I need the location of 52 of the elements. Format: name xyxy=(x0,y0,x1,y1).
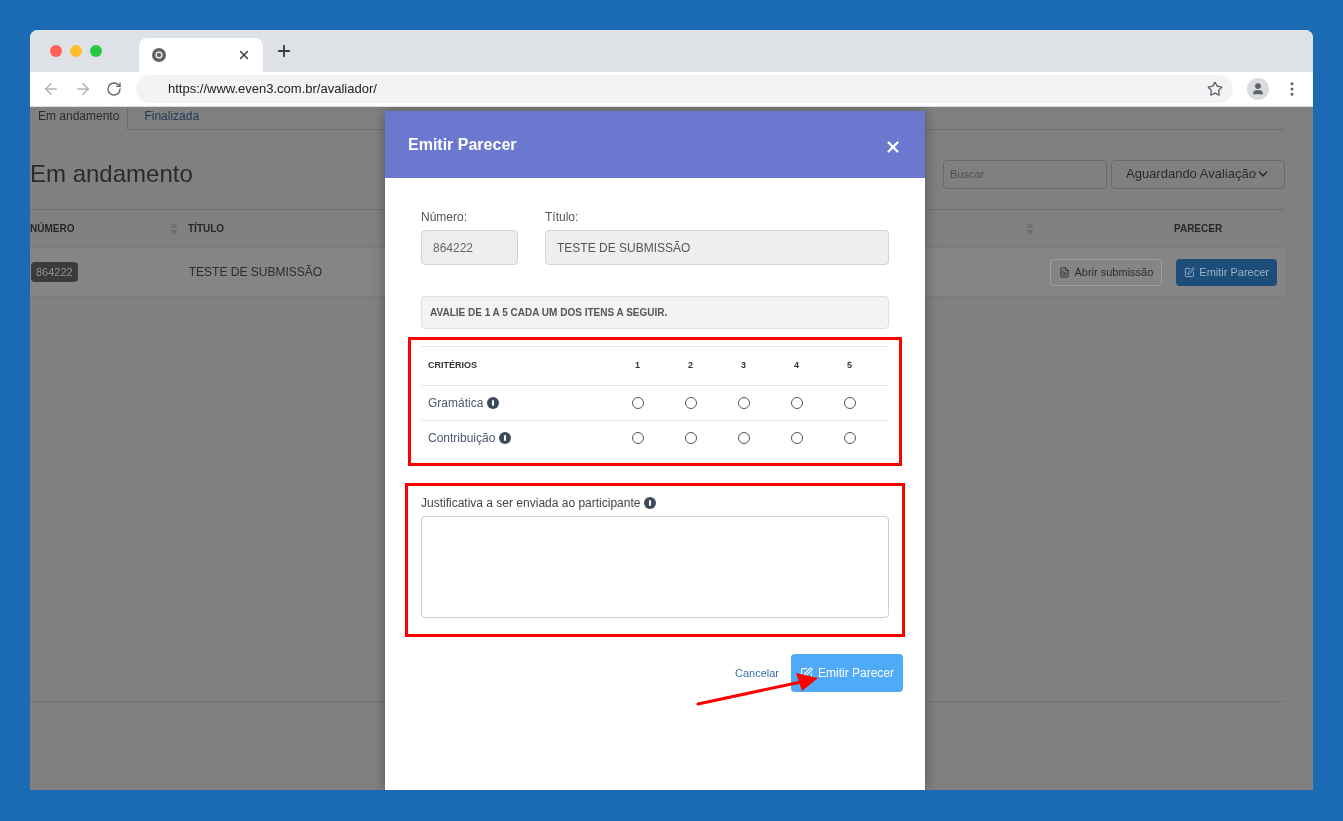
column-header: 3 xyxy=(740,359,747,373)
rating-radio[interactable] xyxy=(631,432,644,444)
browser-tab[interactable] xyxy=(139,38,263,72)
column-header: NÚMERO xyxy=(30,221,76,236)
cancel-link[interactable]: Cancelar xyxy=(734,664,779,682)
page-heading: Em andamento xyxy=(30,159,194,189)
column-header: 1 xyxy=(634,359,641,373)
field-label: Justificativa a ser enviada ao participante xyxy=(421,495,641,512)
page-tab[interactable]: Finalizada xyxy=(128,107,216,129)
edit-icon xyxy=(1184,266,1196,278)
profile-icon[interactable] xyxy=(1247,78,1269,100)
column-header: TÍTULO xyxy=(188,221,226,236)
edit-icon xyxy=(800,666,813,680)
review-button[interactable]: Emitir Parecer xyxy=(1176,258,1277,286)
status-select[interactable]: Aguardando Avaliação xyxy=(1111,159,1285,189)
instruction-banner: AVALIE DE 1 A 5 CADA UM DOS ITENS A SEGUIR. xyxy=(421,296,889,329)
info-icon xyxy=(644,497,657,509)
number-field: 864222 xyxy=(421,230,518,265)
bookmark-star-icon[interactable] xyxy=(1207,81,1223,97)
new-tab-icon[interactable] xyxy=(275,42,293,60)
info-icon xyxy=(499,432,512,444)
open-submission-button[interactable]: Abrir submissão xyxy=(1050,258,1163,286)
url-field[interactable]: https://www.even3.com.br/avaliador/ xyxy=(136,75,1233,103)
title-field: TESTE DE SUBMISSÃO xyxy=(545,230,889,265)
rating-radio[interactable] xyxy=(737,397,750,409)
criterion-label: Gramática xyxy=(428,395,484,412)
column-header: 2 xyxy=(687,359,694,373)
info-icon xyxy=(487,397,500,409)
rating-radio[interactable] xyxy=(684,397,697,409)
modal-title: Emitir Parecer xyxy=(408,134,517,155)
justification-field[interactable] xyxy=(421,516,889,618)
field-label: Número: xyxy=(421,209,468,226)
rating-radio[interactable] xyxy=(843,397,856,409)
rating-radio[interactable] xyxy=(790,397,803,409)
document-icon xyxy=(1059,266,1071,278)
column-header: 4 xyxy=(793,359,800,373)
column-header: 5 xyxy=(846,359,853,373)
submit-button[interactable]: Emitir Parecer xyxy=(791,654,903,692)
column-header: PARECER xyxy=(1174,222,1223,236)
column-header: CRITÉRIOS xyxy=(427,359,478,373)
rating-radio[interactable] xyxy=(843,432,856,444)
field-label: Título: xyxy=(545,209,580,226)
rating-radio[interactable] xyxy=(684,432,697,444)
reload-icon[interactable] xyxy=(106,81,122,97)
rating-radio[interactable] xyxy=(737,432,750,444)
page-tab[interactable]: Em andamento xyxy=(30,107,129,130)
criterion-label: Contribuição xyxy=(428,430,496,447)
table-cell-text: TESTE DE SUBMISSÃO xyxy=(188,264,324,281)
rating-radio[interactable] xyxy=(790,432,803,444)
number-badge: 864222 xyxy=(31,261,78,283)
close-tab-icon[interactable] xyxy=(237,48,251,62)
rating-radio[interactable] xyxy=(631,397,644,409)
